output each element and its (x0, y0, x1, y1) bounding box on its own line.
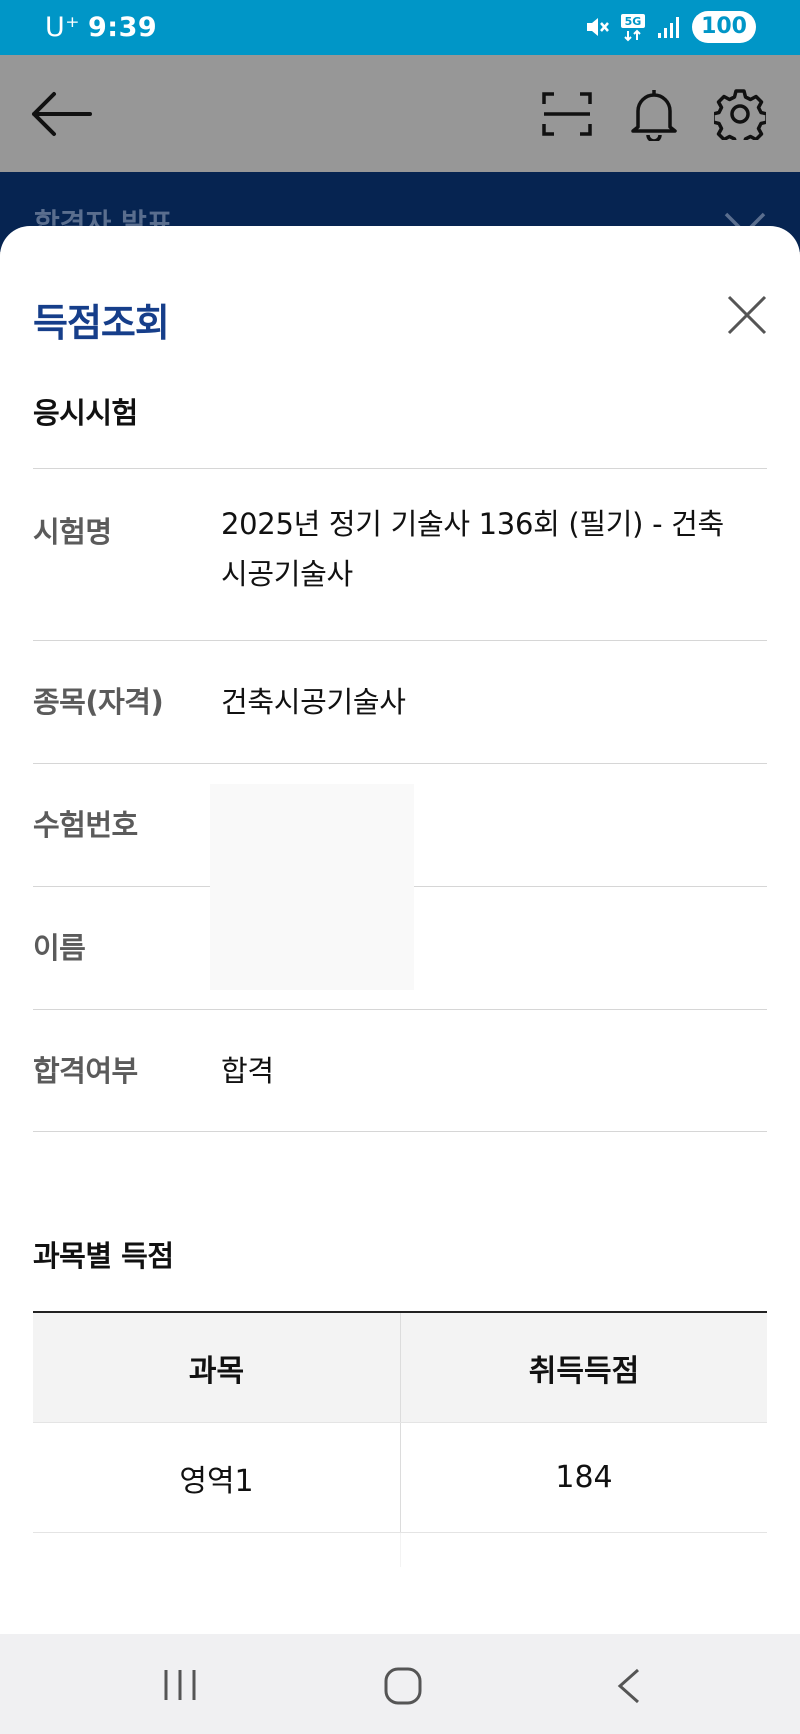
info-label: 수험번호 (33, 808, 138, 842)
bell-icon[interactable] (628, 87, 680, 141)
recents-icon[interactable] (160, 1666, 200, 1704)
section-scores-label: 과목별 득점 (33, 1239, 174, 1273)
table-cell: 184 (400, 1423, 767, 1532)
network-5g-label: 5G (625, 15, 642, 28)
score-lookup-sheet: 득점조회 응시시험 시험명 2025년 정기 기술사 136회 (필기) - 건… (0, 226, 800, 1576)
app-header (0, 55, 800, 172)
sheet-bottom-strip (0, 1576, 800, 1634)
info-label: 이름 (33, 931, 86, 965)
info-label: 종목(자격) (33, 685, 164, 719)
table-cell: 영역1 (179, 1463, 254, 1499)
signal-icon (658, 17, 680, 38)
info-row-qualification: 종목(자격) 건축시공기술사 (33, 640, 767, 763)
table-header-cell: 취득득점 (400, 1313, 767, 1422)
scroll-fade (0, 1567, 800, 1576)
exam-name-line2: 시공기술사 (221, 557, 353, 591)
scan-icon[interactable] (542, 90, 592, 138)
home-icon[interactable] (383, 1666, 423, 1706)
gear-icon[interactable] (714, 88, 766, 140)
exam-name-line1: 2025년 정기 기술사 136회 (필기) - 건축 (221, 507, 724, 541)
section-exam-label: 응시시험 (33, 396, 138, 430)
status-bar: U⁺ 9:39 5G 100 (0, 0, 800, 55)
carrier-label: U⁺ (45, 12, 81, 43)
back-icon[interactable] (614, 1666, 644, 1706)
back-arrow-icon[interactable] (30, 90, 94, 138)
table-header-cell: 과목 (188, 1353, 245, 1389)
system-nav-bar (0, 1634, 800, 1734)
sheet-title: 득점조회 (33, 301, 170, 345)
info-value: 합격 (221, 1054, 274, 1088)
network-5g-icon: 5G (621, 14, 646, 42)
info-row-exam-name: 시험명 2025년 정기 기술사 136회 (필기) - 건축 시공기술사 (33, 468, 767, 640)
redacted-area (210, 784, 414, 990)
info-label: 합격여부 (33, 1054, 138, 1088)
table-header-row: 과목 취득득점 (33, 1313, 767, 1423)
status-time: 9:39 (88, 12, 158, 43)
info-value: 건축시공기술사 (221, 685, 406, 719)
table-row: 영역1 184 (33, 1423, 767, 1533)
close-icon[interactable] (726, 294, 768, 336)
battery-indicator: 100 (692, 11, 756, 43)
status-time-area: U⁺ 9:39 (45, 12, 157, 43)
info-value: 2025년 정기 기술사 136회 (필기) - 건축 시공기술사 (221, 499, 767, 640)
info-label: 시험명 (33, 515, 112, 549)
score-table: 과목 취득득점 영역1 184 영역2 180 (33, 1311, 767, 1576)
mute-icon (587, 18, 610, 36)
status-icons: 5G 100 (584, 11, 756, 43)
info-row-pass-status: 합격여부 합격 (33, 1009, 767, 1132)
